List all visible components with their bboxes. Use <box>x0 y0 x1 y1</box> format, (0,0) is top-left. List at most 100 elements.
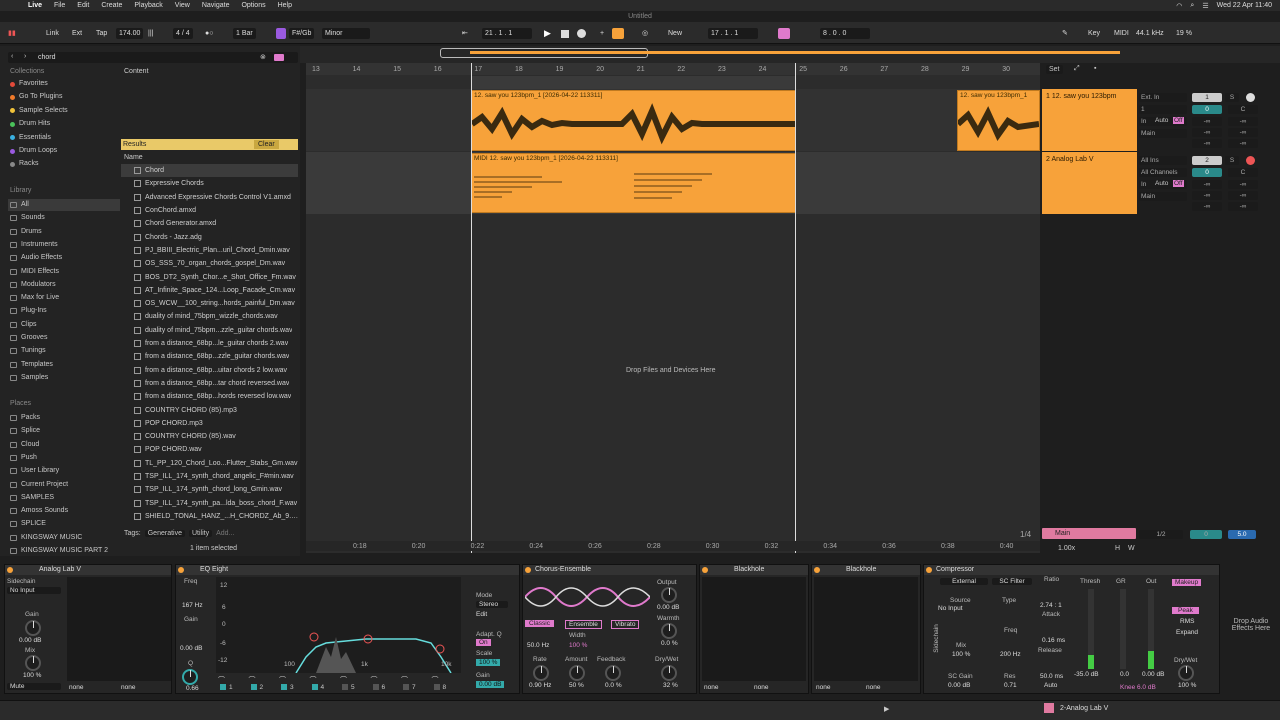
nudge-icon[interactable]: ||| <box>148 28 153 39</box>
track-number[interactable]: 1 <box>1192 93 1222 102</box>
track-out[interactable]: Main <box>1139 192 1187 201</box>
chorus-mode-vibrato[interactable]: Vibrato <box>611 620 640 629</box>
main-value[interactable]: 5.0 <box>1228 530 1256 539</box>
macro-1-label[interactable]: none <box>704 684 718 691</box>
library-item[interactable]: Drums <box>10 226 42 238</box>
comp-freq-value[interactable]: 200 Hz <box>1000 651 1021 658</box>
result-row[interactable]: from a distance_68bp...uitar chords 2 lo… <box>123 364 299 377</box>
places-item[interactable]: User Library <box>10 465 59 477</box>
external-toggle[interactable]: External <box>940 578 988 585</box>
band-on-toggle[interactable] <box>250 684 257 690</box>
play-icon[interactable]: ▶ <box>884 705 889 713</box>
expand-icon[interactable]: ⤢ <box>1074 65 1080 73</box>
collection-item[interactable]: Sample Selects <box>10 105 68 117</box>
selected-track-name[interactable]: 2-Analog Lab V <box>1060 705 1108 712</box>
library-item[interactable]: Plug-Ins <box>10 305 47 317</box>
mute-button[interactable]: Mute <box>7 683 61 690</box>
send-value[interactable]: -∞ <box>1228 128 1258 137</box>
plugin-display[interactable] <box>814 577 918 681</box>
track-header[interactable]: 2 Analog Lab V <box>1042 152 1137 214</box>
result-row[interactable]: POP CHORD.mp3 <box>123 417 299 430</box>
name-column-header[interactable]: Name <box>124 154 143 161</box>
send-value[interactable]: -∞ <box>1192 180 1222 189</box>
clear-search-icon[interactable]: ⊗ <box>260 53 266 61</box>
library-item[interactable]: MIDI Effects <box>10 266 59 278</box>
places-item[interactable]: KINGSWAY MUSIC PART 2 <box>10 545 108 557</box>
main-w-button[interactable]: W <box>1128 545 1135 552</box>
track-ch[interactable]: All Channels <box>1139 168 1187 177</box>
eq-band[interactable]: ⌒ 8 <box>430 675 458 693</box>
out-value[interactable]: 0.00 dB <box>1142 671 1164 678</box>
result-row[interactable]: Chord <box>123 164 299 177</box>
send-value[interactable]: -∞ <box>1192 202 1222 211</box>
collection-item[interactable]: Go To Plugins <box>10 91 62 103</box>
browser-search-input[interactable]: chord <box>38 54 56 61</box>
amount-knob[interactable] <box>569 665 585 681</box>
menu-create[interactable]: Create <box>101 2 122 9</box>
main-speed[interactable]: 1.00x <box>1058 545 1075 552</box>
result-row[interactable]: Expressive Chords <box>123 177 299 190</box>
track-ch[interactable]: 1 <box>1139 105 1187 114</box>
output-gain-value[interactable]: 0.00 dB <box>476 681 505 688</box>
wifi-icon[interactable]: ◠ <box>1176 2 1182 10</box>
output-value[interactable]: 0.00 dB <box>657 604 679 611</box>
send-value[interactable]: -∞ <box>1192 128 1222 137</box>
device-power-icon[interactable] <box>702 567 708 573</box>
warmth-knob[interactable] <box>661 623 677 639</box>
adapt-q-toggle[interactable]: On <box>476 639 491 646</box>
main-sends-selector[interactable]: 1/2 <box>1139 530 1183 539</box>
places-item[interactable]: Splice <box>10 425 40 437</box>
result-row[interactable]: from a distance_68bp...tar chord reverse… <box>123 377 299 390</box>
link-button[interactable]: Link <box>46 28 59 39</box>
result-row[interactable]: AT_Infinite_Space_124...Loop_Facade_Cm.w… <box>123 284 299 297</box>
places-header[interactable]: Places <box>10 400 31 407</box>
result-row[interactable]: SHIELD_TONAL_HANZ_...H_CHORDZ_Ab_9.wav <box>123 510 299 523</box>
session-view-icon[interactable]: ▮▮ <box>8 28 16 39</box>
track-name[interactable]: 1 12. saw you 123bpm <box>1046 93 1116 100</box>
knee-value[interactable]: Knee 6.0 dB <box>1120 684 1156 691</box>
band-on-toggle[interactable] <box>281 684 287 690</box>
new-button[interactable]: New <box>668 28 682 39</box>
main-track-header[interactable]: Main <box>1042 528 1136 539</box>
places-item[interactable]: SAMPLES <box>10 492 54 504</box>
release-value[interactable]: 50.0 ms <box>1040 673 1063 680</box>
plugin-display[interactable] <box>702 577 806 681</box>
device-power-icon[interactable] <box>7 567 13 573</box>
device-blackhole-2[interactable]: Blackhole none none <box>811 564 921 694</box>
result-row[interactable]: TSP_ILL_174_synth_chord_angelic_F#min.wa… <box>123 470 299 483</box>
send-value[interactable]: -∞ <box>1192 139 1222 148</box>
places-item[interactable]: KINGSWAY MUSIC <box>10 532 82 544</box>
sc-filter-toggle[interactable]: SC Filter <box>992 578 1032 585</box>
tap-tempo-button[interactable]: Tap <box>96 28 107 39</box>
stop-button[interactable] <box>561 30 569 38</box>
menu-options[interactable]: Options <box>241 2 265 9</box>
result-row[interactable]: OS_SSS_70_organ_chords_gospel_Dm.wav <box>123 257 299 270</box>
track-volume[interactable]: 0 <box>1192 168 1222 177</box>
result-row[interactable]: POP CHORD.wav <box>123 443 299 456</box>
track-pan[interactable]: C <box>1228 105 1258 114</box>
library-item[interactable]: Grooves <box>10 332 47 344</box>
lock-icon[interactable]: ▪ <box>1094 65 1096 72</box>
result-row[interactable]: from a distance_68bp...zzle_guitar chord… <box>123 350 299 363</box>
automation-arm-icon[interactable] <box>612 28 624 39</box>
collection-item[interactable]: Favorites <box>10 78 48 90</box>
midi-clip[interactable]: MIDI 12. saw you 123bpm_1 [2026-04-22 11… <box>471 153 796 213</box>
forward-icon[interactable]: › <box>24 53 26 60</box>
eq-band[interactable]: ⌒ 1 <box>216 675 244 693</box>
rate-knob[interactable] <box>533 665 549 681</box>
send-value[interactable]: -∞ <box>1228 117 1258 126</box>
gain-value[interactable]: 0.00 dB <box>19 637 41 644</box>
monitor-auto[interactable]: Auto <box>1155 117 1168 124</box>
result-row[interactable]: TSP_ILL_174_synth_pa...lda_boss_chord_F.… <box>123 497 299 510</box>
q-value[interactable]: 0.66 <box>186 685 199 692</box>
ext-sync-button[interactable]: Ext <box>72 28 82 39</box>
arm-button[interactable] <box>1246 156 1255 165</box>
content-column-header[interactable]: Content <box>124 68 149 75</box>
draw-mode-icon[interactable]: ✎ <box>1062 28 1068 39</box>
rate-value[interactable]: 0.90 Hz <box>529 682 551 689</box>
collection-item[interactable]: Drum Loops <box>10 145 57 157</box>
macro-2-label[interactable]: none <box>754 684 768 691</box>
main-volume[interactable]: 0 <box>1190 530 1222 539</box>
band-on-toggle[interactable] <box>220 684 226 690</box>
menu-edit[interactable]: Edit <box>77 2 89 9</box>
